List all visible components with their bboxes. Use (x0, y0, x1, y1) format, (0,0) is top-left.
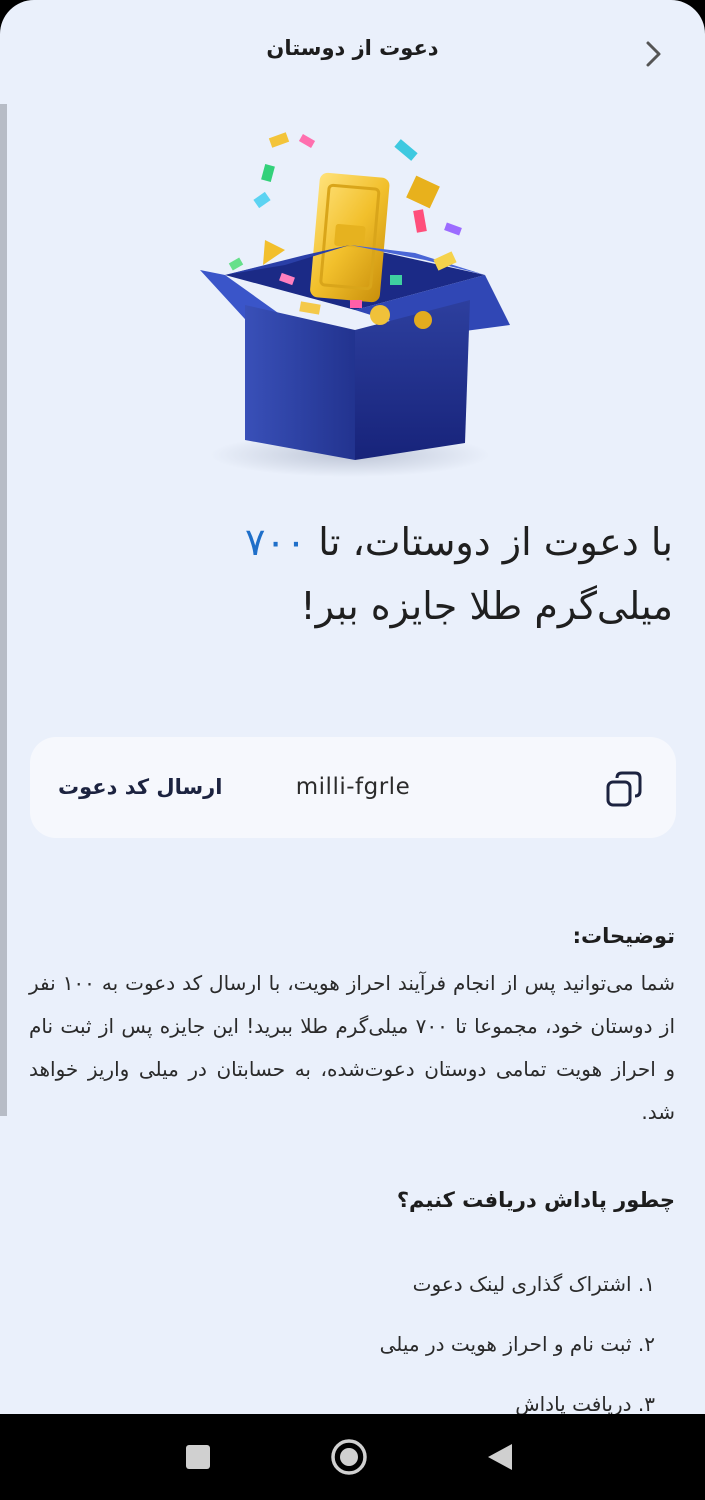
headline: با دعوت از دوستات، تا ۷۰۰ میلی‌گرم طلا ج… (33, 510, 673, 638)
chevron-right-icon (646, 41, 661, 67)
home-button[interactable] (326, 1434, 372, 1480)
description-body: شما می‌توانید پس از انجام فرآیند احراز ه… (29, 971, 676, 1124)
recents-button[interactable] (175, 1434, 221, 1480)
step-item: ۱. اشتراک گذاری لینک دعوت (412, 1272, 655, 1296)
reward-steps: ۱. اشتراک گذاری لینک دعوت ۲. ثبت نام و ا… (55, 1262, 655, 1414)
copy-icon (606, 771, 642, 807)
header: دعوت از دوستان (0, 0, 705, 104)
nav-back-button[interactable] (477, 1434, 523, 1480)
headline-part2: میلی‌گرم طلا جایزه ببر! (300, 584, 673, 628)
headline-amount: ۷۰۰ (244, 520, 307, 564)
scroll-indicator (0, 104, 7, 1116)
invite-code: milli-fgrle (295, 774, 411, 800)
invite-friends-screen: دعوت از دوستان با دعوت از دوستات، تا ۷۰۰… (0, 0, 705, 1414)
copy-code-button[interactable] (602, 767, 646, 811)
system-navigation-bar (0, 1414, 705, 1500)
step-item: ۲. ثبت نام و احراز هویت در میلی (379, 1332, 655, 1356)
home-circle-icon (331, 1439, 367, 1475)
page-title: دعوت از دوستان (266, 36, 439, 60)
invite-code-card: ارسال کد دعوت milli-fgrle (30, 737, 676, 838)
triangle-back-icon (488, 1444, 512, 1470)
headline-part1: با دعوت از دوستات، تا (306, 520, 673, 564)
how-to-get-reward-title: چطور پاداش دریافت کنیم؟ (396, 1188, 675, 1212)
step-item: ۳. دریافت پاداش (515, 1392, 655, 1414)
square-icon (186, 1445, 210, 1469)
gift-box-illustration (200, 132, 510, 477)
description-title: توضیحات: (572, 924, 675, 948)
back-button[interactable] (634, 34, 674, 74)
